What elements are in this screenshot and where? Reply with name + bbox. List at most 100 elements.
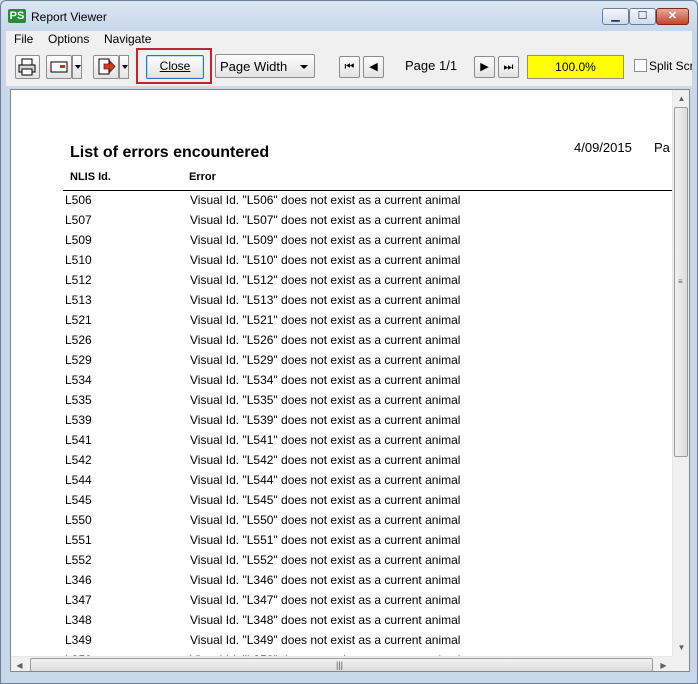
error-cell: Visual Id. "L510" does not exist as a cu… xyxy=(190,253,461,267)
first-page-icon: ⏮ xyxy=(344,61,355,73)
nlis-id-cell: L542 xyxy=(65,453,92,467)
table-row: L526 Visual Id. "L526" does not exist as … xyxy=(11,333,671,353)
vertical-scroll-thumb[interactable]: ≡ xyxy=(674,107,688,457)
export-button[interactable] xyxy=(93,55,119,79)
maximize-button[interactable]: ☐ xyxy=(629,8,656,25)
window-close-button[interactable]: ✕ xyxy=(656,8,689,25)
title-bar[interactable]: PS Report Viewer ▁ ☐ ✕ xyxy=(1,1,697,31)
last-page-icon: ⏭ xyxy=(503,61,514,73)
zoom-mode-select[interactable]: Page Width xyxy=(215,54,315,78)
error-cell: Visual Id. "L507" does not exist as a cu… xyxy=(190,213,461,227)
export-icon xyxy=(98,58,116,75)
table-row: L521 Visual Id. "L521" does not exist as … xyxy=(11,313,671,333)
scroll-right-icon[interactable]: ▶ xyxy=(655,657,672,671)
report-title: List of errors encountered xyxy=(70,144,270,161)
nlis-id-cell: L346 xyxy=(65,573,92,587)
error-cell: Visual Id. "L349" does not exist as a cu… xyxy=(190,633,461,647)
next-page-button[interactable]: ▶ xyxy=(474,56,495,78)
split-screen-label: Split Scre xyxy=(649,59,692,73)
printer-icon xyxy=(18,58,36,76)
error-cell: Visual Id. "L544" does not exist as a cu… xyxy=(190,473,461,487)
table-row: L551 Visual Id. "L551" does not exist as … xyxy=(11,533,671,553)
email-dropdown-arrow[interactable] xyxy=(72,55,82,79)
error-cell: Visual Id. "L541" does not exist as a cu… xyxy=(190,433,461,447)
report-page-label: Pa xyxy=(654,140,670,155)
error-cell: Visual Id. "L529" does not exist as a cu… xyxy=(190,353,461,367)
nlis-id-cell: L348 xyxy=(65,613,92,627)
table-row: L510 Visual Id. "L510" does not exist as … xyxy=(11,253,671,273)
nlis-id-cell: L552 xyxy=(65,553,92,567)
next-page-icon: ▶ xyxy=(480,61,489,73)
scroll-down-icon[interactable]: ▼ xyxy=(673,639,689,656)
error-cell: Visual Id. "L526" does not exist as a cu… xyxy=(190,333,461,347)
nlis-id-cell: L513 xyxy=(65,293,92,307)
column-header-nlis-id: NLIS Id. xyxy=(70,171,111,183)
nlis-id-cell: L506 xyxy=(65,193,92,207)
table-row: L509 Visual Id. "L509" does not exist as … xyxy=(11,233,671,253)
error-cell: Visual Id. "L545" does not exist as a cu… xyxy=(190,493,461,507)
error-cell: Visual Id. "L346" does not exist as a cu… xyxy=(190,573,461,587)
table-row: L513 Visual Id. "L513" does not exist as … xyxy=(11,293,671,313)
header-divider xyxy=(63,190,672,191)
close-button-highlight xyxy=(136,48,212,84)
menu-file[interactable]: File xyxy=(14,32,33,46)
export-dropdown-arrow[interactable] xyxy=(119,55,129,79)
grip-icon: ≡ xyxy=(678,277,683,286)
toolbar: Close Page Width ⏮ ◀ Page 1/1 ▶ ⏭ 100.0%… xyxy=(6,48,692,87)
previous-page-button[interactable]: ◀ xyxy=(363,56,384,78)
horizontal-scroll-thumb[interactable]: ||| xyxy=(30,658,653,671)
table-row: L552 Visual Id. "L552" does not exist as … xyxy=(11,553,671,573)
nlis-id-cell: L529 xyxy=(65,353,92,367)
column-header-error: Error xyxy=(189,171,216,183)
nlis-id-cell: L509 xyxy=(65,233,92,247)
split-screen-checkbox[interactable] xyxy=(634,59,647,72)
nlis-id-cell: L541 xyxy=(65,433,92,447)
table-row: L535 Visual Id. "L535" does not exist as … xyxy=(11,393,671,413)
last-page-button[interactable]: ⏭ xyxy=(498,56,519,78)
table-row: L529 Visual Id. "L529" does not exist as … xyxy=(11,353,671,373)
scroll-left-icon[interactable]: ◀ xyxy=(11,657,28,671)
vertical-scrollbar[interactable]: ▲ ≡ ▼ xyxy=(672,90,689,656)
first-page-button[interactable]: ⏮ xyxy=(339,56,360,78)
menu-options[interactable]: Options xyxy=(48,32,89,46)
zoom-percent-field[interactable]: 100.0% xyxy=(527,55,624,79)
nlis-id-cell: L510 xyxy=(65,253,92,267)
previous-page-icon: ◀ xyxy=(369,61,378,73)
nlis-id-cell: L550 xyxy=(65,513,92,527)
table-row: L347 Visual Id. "L347" does not exist as … xyxy=(11,593,671,613)
menu-navigate[interactable]: Navigate xyxy=(104,32,151,46)
envelope-icon xyxy=(50,61,68,73)
error-cell: Visual Id. "L551" does not exist as a cu… xyxy=(190,533,461,547)
email-button[interactable] xyxy=(46,55,72,79)
table-row: L506 Visual Id. "L506" does not exist as … xyxy=(11,193,671,213)
report-viewer-window: PS Report Viewer ▁ ☐ ✕ File Options Navi… xyxy=(0,0,698,684)
horizontal-scrollbar[interactable]: ◀ ||| ▶ xyxy=(11,656,672,671)
table-row: L539 Visual Id. "L539" does not exist as … xyxy=(11,413,671,433)
error-cell: Visual Id. "L513" does not exist as a cu… xyxy=(190,293,461,307)
error-cell: Visual Id. "L512" does not exist as a cu… xyxy=(190,273,461,287)
table-row: L507 Visual Id. "L507" does not exist as … xyxy=(11,213,671,233)
app-icon: PS xyxy=(8,9,26,23)
nlis-id-cell: L551 xyxy=(65,533,92,547)
zoom-mode-value: Page Width xyxy=(220,59,288,74)
table-row: L346 Visual Id. "L346" does not exist as … xyxy=(11,573,671,593)
nlis-id-cell: L526 xyxy=(65,333,92,347)
nlis-id-cell: L512 xyxy=(65,273,92,287)
scroll-up-icon[interactable]: ▲ xyxy=(673,90,689,107)
maximize-icon: ☐ xyxy=(637,10,648,22)
print-button[interactable] xyxy=(15,55,40,79)
table-row: L348 Visual Id. "L348" does not exist as … xyxy=(11,613,671,633)
page-indicator: Page 1/1 xyxy=(405,58,458,73)
nlis-id-cell: L507 xyxy=(65,213,92,227)
table-row: L541 Visual Id. "L541" does not exist as … xyxy=(11,433,671,453)
nlis-id-cell: L521 xyxy=(65,313,92,327)
table-row: L349 Visual Id. "L349" does not exist as … xyxy=(11,633,671,653)
error-cell: Visual Id. "L550" does not exist as a cu… xyxy=(190,513,461,527)
error-cell: Visual Id. "L539" does not exist as a cu… xyxy=(190,413,461,427)
nlis-id-cell: L347 xyxy=(65,593,92,607)
table-row: L550 Visual Id. "L550" does not exist as … xyxy=(11,513,671,533)
error-cell: Visual Id. "L542" does not exist as a cu… xyxy=(190,453,461,467)
nlis-id-cell: L544 xyxy=(65,473,92,487)
error-cell: Visual Id. "L534" does not exist as a cu… xyxy=(190,373,461,387)
minimize-button[interactable]: ▁ xyxy=(602,8,629,25)
